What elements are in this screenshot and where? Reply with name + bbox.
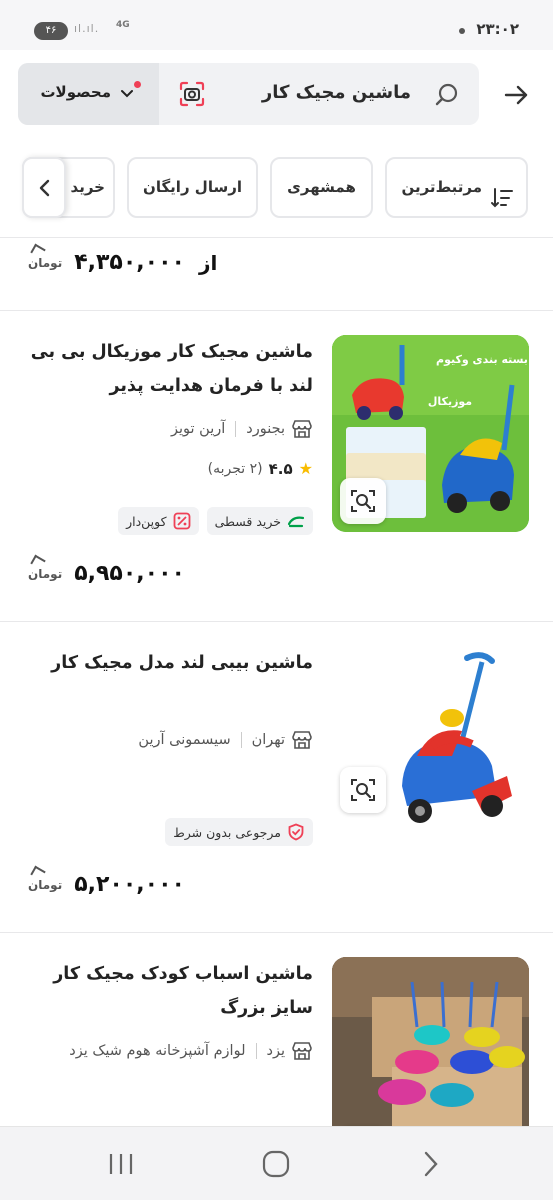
chevron-left-icon bbox=[39, 179, 50, 197]
status-bar: ۴۶ ıl.ıl. 4G ۲۳:۰۲ bbox=[0, 0, 553, 50]
category-selector[interactable]: محصولات bbox=[18, 63, 159, 125]
price-value: ۵,۹۵۰,۰۰۰ bbox=[74, 561, 185, 586]
previous-item-price: تومان ۴,۳۵۰,۰۰۰ از bbox=[28, 250, 217, 275]
clock: ۲۳:۰۲ bbox=[476, 20, 519, 38]
product-card[interactable]: ماشین اسباب کودک مجیک کار سایز بزرگ یزد … bbox=[0, 933, 553, 1126]
currency-label: تومان bbox=[28, 255, 63, 270]
return-policy-badge: مرجوعی بدون شرط bbox=[165, 818, 313, 846]
home-icon[interactable] bbox=[261, 1149, 291, 1179]
image-search-icon bbox=[351, 490, 375, 512]
similar-search-button[interactable] bbox=[340, 767, 386, 813]
seller-info: یزد لوازم آشپزخانه هوم شیک یزد bbox=[69, 1041, 313, 1061]
image-caption-top: بسته بندی وکیوم bbox=[436, 353, 528, 366]
shop-icon bbox=[292, 1042, 312, 1060]
network-type: 4G bbox=[116, 20, 130, 30]
review-count: (۲ تجربه) bbox=[207, 460, 263, 477]
camera-search-icon[interactable] bbox=[178, 80, 206, 108]
seller-city: یزد bbox=[266, 1043, 286, 1059]
product-title[interactable]: ماشین اسباب کودک مجیک کار سایز بزرگ bbox=[23, 957, 313, 1025]
currency-label: تومان bbox=[28, 877, 63, 892]
back-nav-icon[interactable] bbox=[416, 1149, 446, 1179]
filter-chip-same-city[interactable]: همشهری bbox=[270, 157, 373, 218]
signal-icon: ıl.ıl. bbox=[74, 22, 100, 35]
coupon-badge: کوپن‌دار bbox=[118, 507, 199, 535]
product-image[interactable] bbox=[332, 646, 529, 843]
seller-name: آرین تویز bbox=[170, 421, 226, 437]
category-label: محصولات bbox=[40, 83, 111, 101]
coupon-label: کوپن‌دار bbox=[126, 513, 167, 529]
image-caption-bottom: موزیکال bbox=[428, 395, 472, 408]
rating: ★ ۴.۵ (۲ تجربه) bbox=[208, 459, 313, 478]
search-bar[interactable]: محصولات ماشین مجیک کار bbox=[18, 63, 479, 125]
badge-row: مرجوعی بدون شرط bbox=[165, 818, 313, 846]
badge-row: خرید قسطی کوپن‌دار bbox=[118, 507, 313, 535]
installment-icon bbox=[287, 516, 305, 528]
filter-bar: مرتبط‌ترین همشهری ارسال رایگان خرید bbox=[0, 156, 553, 220]
product-card[interactable]: ماشین بیبی لند مدل مجیک کار تهران سیسمون… bbox=[0, 622, 553, 932]
star-icon: ★ bbox=[298, 459, 313, 478]
scroll-left-button[interactable] bbox=[22, 157, 66, 218]
product-price: تومان ۵,۲۰۰,۰۰۰ bbox=[28, 872, 185, 897]
sort-chip[interactable]: مرتبط‌ترین bbox=[385, 157, 528, 218]
seller-name: لوازم آشپزخانه هوم شیک یزد bbox=[69, 1043, 246, 1059]
product-image[interactable]: بسته بندی وکیوم موزیکال bbox=[332, 335, 529, 532]
currency-label: تومان bbox=[28, 566, 63, 581]
product-title[interactable]: ماشین بیبی لند مدل مجیک کار bbox=[23, 646, 313, 680]
battery-indicator: ۴۶ bbox=[34, 22, 68, 40]
chevron-down-icon bbox=[119, 85, 135, 101]
system-nav-bar bbox=[0, 1126, 553, 1200]
image-search-icon bbox=[351, 779, 375, 801]
seller-city: بجنورد bbox=[246, 421, 285, 437]
coupon-icon bbox=[173, 512, 190, 530]
recent-apps-icon[interactable] bbox=[106, 1149, 136, 1179]
seller-info: بجنورد آرین تویز bbox=[171, 419, 313, 439]
installment-label: خرید قسطی bbox=[214, 513, 281, 529]
similar-search-button[interactable] bbox=[340, 478, 386, 524]
sort-icon bbox=[490, 177, 514, 208]
search-icon bbox=[433, 81, 461, 109]
price-value: ۵,۲۰۰,۰۰۰ bbox=[74, 872, 185, 897]
rating-score: ۴.۵ bbox=[268, 459, 293, 478]
return-policy-label: مرجوعی بدون شرط bbox=[173, 824, 281, 840]
shield-check-icon bbox=[288, 823, 304, 841]
filter-chip-free-shipping[interactable]: ارسال رایگان bbox=[127, 157, 258, 218]
price-value: ۴,۳۵۰,۰۰۰ bbox=[74, 250, 185, 275]
divider bbox=[0, 237, 553, 238]
product-card[interactable]: بسته بندی وکیوم موزیکال ماشین مجیک کار م… bbox=[0, 311, 553, 621]
search-query[interactable]: ماشین مجیک کار bbox=[262, 82, 411, 103]
installment-badge: خرید قسطی bbox=[206, 507, 313, 535]
seller-name: سیسمونی آرین bbox=[138, 732, 231, 748]
seller-city: تهران bbox=[251, 732, 285, 748]
back-arrow-icon[interactable] bbox=[503, 82, 529, 108]
notification-dot bbox=[459, 28, 465, 34]
from-label: از bbox=[198, 250, 218, 275]
seller-info: تهران سیسمونی آرین bbox=[138, 730, 313, 750]
shop-icon bbox=[292, 731, 312, 749]
category-dot bbox=[134, 81, 141, 88]
shop-icon bbox=[292, 420, 312, 438]
product-title[interactable]: ماشین مجیک کار موزیکال بی بی لند با فرما… bbox=[23, 335, 313, 403]
product-image[interactable] bbox=[332, 957, 529, 1126]
sort-label: مرتبط‌ترین bbox=[401, 178, 482, 196]
product-price: تومان ۵,۹۵۰,۰۰۰ bbox=[28, 561, 185, 586]
search-header: محصولات ماشین مجیک کار bbox=[0, 50, 553, 140]
